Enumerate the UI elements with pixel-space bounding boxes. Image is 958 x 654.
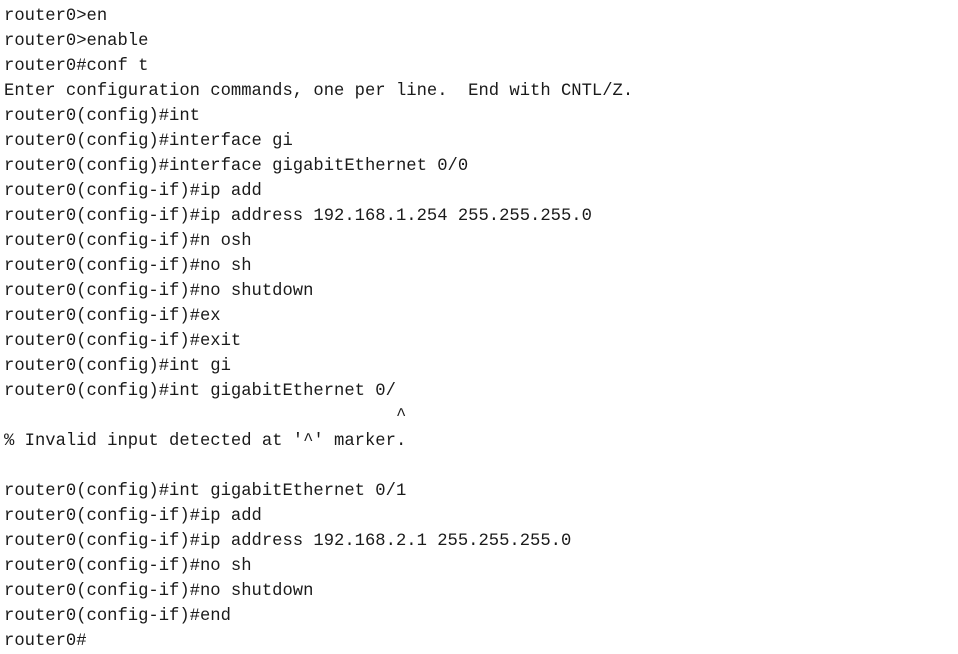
terminal-line: router0(config-if)#no shutdown [4,282,314,301]
terminal-line: router0(config-if)#no shutdown [4,582,314,601]
terminal-line: router0#conf t [4,57,149,76]
terminal-line: Enter configuration commands, one per li… [4,82,634,101]
terminal-line: router0(config-if)#ip add [4,507,262,526]
terminal-line: router0(config)#int gigabitEthernet 0/1 [4,482,407,501]
terminal-line: router0(config)#int gi [4,357,231,376]
terminal-line: router0(config-if)#ip address 192.168.1.… [4,207,592,226]
terminal-line: router0(config-if)#ex [4,307,221,326]
terminal-line: router0(config)#interface gi [4,132,293,151]
terminal-line: router0(config)#int [4,107,200,126]
terminal-console[interactable]: router0>en router0>enable router0#conf t En… [0,0,958,653]
terminal-line: router0(config-if)#ip add [4,182,262,201]
terminal-line: router0(config-if)#exit [4,332,242,351]
terminal-line: router0# [4,632,87,651]
terminal-line: router0(config-if)#no sh [4,257,252,276]
terminal-line: router0(config-if)#end [4,607,231,626]
terminal-line: router0(config-if)#n osh [4,232,252,251]
terminal-line: router0(config-if)#no sh [4,557,252,576]
terminal-line: router0(config-if)#ip address 192.168.2.… [4,532,572,551]
terminal-line: router0(config)#interface gigabitEtherne… [4,157,469,176]
terminal-line: % Invalid input detected at '^' marker. [4,432,407,451]
terminal-line: router0>enable [4,32,149,51]
terminal-line: ^ [4,407,407,426]
terminal-line: router0(config)#int gigabitEthernet 0/ [4,382,396,401]
terminal-line: router0>en [4,7,108,26]
